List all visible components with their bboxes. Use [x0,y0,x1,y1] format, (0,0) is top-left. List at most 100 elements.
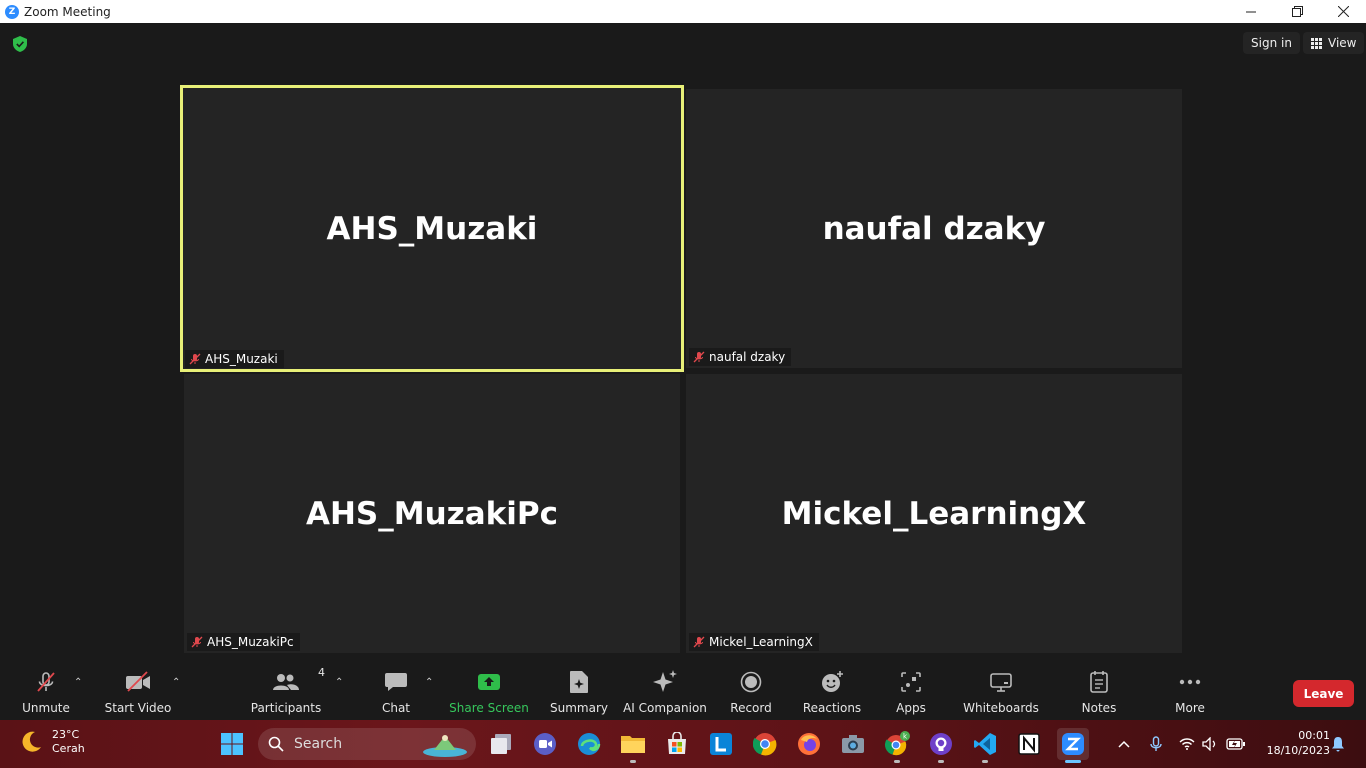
restore-button[interactable] [1274,0,1320,23]
share-screen-label: Share Screen [449,701,529,715]
summary-button[interactable]: Summary [550,663,608,720]
taskbar-vscode[interactable] [969,728,1001,763]
participant-display-name: AHS_Muzaki [326,210,538,247]
view-button[interactable]: View [1303,32,1365,54]
microphone-tray-button[interactable] [1148,730,1164,758]
video-off-icon [126,671,150,692]
participant-name-label: naufal dzaky [689,348,792,366]
file-viewer-icon [491,734,511,754]
apps-button[interactable]: Apps [894,663,928,720]
taskbar-edge[interactable] [573,728,605,760]
participant-display-name: Mickel_LearningX [781,495,1087,532]
window-title: Zoom Meeting [24,4,111,19]
share-screen-icon [478,674,500,690]
more-label: More [1175,701,1205,715]
start-button[interactable] [216,728,248,760]
unmute-label: Unmute [22,701,70,715]
active-indicator [1065,760,1081,763]
clock-time: 00:01 [1298,729,1330,742]
running-indicator [894,760,900,763]
mic-muted-icon [693,636,705,648]
video-call-app-icon [534,733,556,755]
battery-charging-icon [1226,738,1245,750]
weather-widget[interactable]: 23°C Cerah [18,728,85,756]
volume-tray-button[interactable] [1202,730,1218,758]
window-controls [1228,0,1366,23]
leave-button[interactable]: Leave [1293,680,1354,707]
apps-icon [901,672,921,692]
taskbar-github[interactable] [925,728,957,763]
participants-options-caret[interactable]: ⌃ [335,677,343,688]
unmute-button[interactable]: Unmute [20,663,72,720]
video-tile-ahs-muzakipc[interactable]: AHS_MuzakiPc AHS_MuzakiPc [184,374,680,653]
l-app-icon [710,733,732,755]
folder-icon [621,736,645,753]
taskbar-camera[interactable] [837,728,869,760]
taskbar-l-app[interactable] [705,728,737,760]
notes-button[interactable]: Notes [1080,663,1118,720]
share-screen-button[interactable]: Share Screen [449,663,529,720]
taskbar-firefox[interactable] [793,728,825,760]
chat-label: Chat [381,701,411,715]
more-button[interactable]: More [1172,663,1208,720]
clock-date: 18/10/2023 [1266,744,1330,757]
battery-tray-button[interactable] [1226,730,1246,758]
taskbar-chrome-profile[interactable]: k [881,728,913,763]
taskbar-search[interactable]: Search [258,728,476,760]
participant-label-text: AHS_MuzakiPc [207,635,294,649]
participant-name-label: AHS_MuzakiPc [187,633,300,651]
participants-label: Participants [250,701,322,715]
video-tile-ahs-muzaki[interactable]: AHS_Muzaki AHS_Muzaki [180,85,684,372]
camera-icon [842,735,864,753]
participant-label-text: AHS_Muzaki [205,352,278,366]
running-indicator [938,760,944,763]
running-indicator [982,760,988,763]
participant-display-name: naufal dzaky [822,210,1046,247]
network-tray-button[interactable] [1178,730,1196,758]
grid-view-icon [1311,37,1322,49]
chat-options-caret[interactable]: ⌃ [425,677,433,688]
chat-button[interactable]: Chat [378,663,414,720]
taskbar-file-viewer[interactable] [485,728,517,760]
mic-muted-icon [693,351,705,363]
close-button[interactable] [1320,0,1366,23]
audio-options-caret[interactable]: ⌃ [74,677,82,688]
taskbar-notion[interactable] [1013,728,1045,760]
notifications-button[interactable] [1330,730,1346,758]
record-button[interactable]: Record [730,663,772,720]
chrome-profile-icon: k [884,731,910,756]
mic-muted-icon [189,353,201,365]
minimize-button[interactable] [1228,0,1274,23]
whiteboards-button[interactable]: Whiteboards [963,663,1039,720]
more-dots-icon [1179,679,1201,685]
taskbar-file-explorer[interactable] [617,728,649,763]
video-options-caret[interactable]: ⌃ [172,677,180,688]
chevron-up-icon [1118,740,1130,748]
store-bag-icon [668,732,686,754]
reactions-button[interactable]: Reactions [802,663,862,720]
taskbar-chrome[interactable] [749,728,781,760]
participant-name-label: Mickel_LearningX [689,633,819,651]
taskbar-store[interactable] [661,728,693,760]
sign-in-button[interactable]: Sign in [1243,32,1300,54]
video-tile-mickel-learningx[interactable]: Mickel_LearningX Mickel_LearningX [686,374,1182,653]
github-desktop-icon [930,733,952,755]
taskbar-meet-app[interactable] [529,728,561,760]
running-indicator [630,760,636,763]
search-highlight-icon [423,735,467,757]
search-placeholder: Search [294,736,343,752]
show-hidden-icons-button[interactable] [1116,730,1132,758]
start-video-button[interactable]: Start Video [105,663,171,720]
ai-companion-button[interactable]: AI Companion [623,663,707,720]
reactions-label: Reactions [802,701,862,715]
encryption-shield-icon[interactable] [13,36,27,52]
notes-icon [1090,671,1108,693]
chrome-browser-icon [753,733,777,756]
video-tile-naufal-dzaky[interactable]: naufal dzaky naufal dzaky [686,89,1182,368]
system-clock[interactable]: 00:01 18/10/2023 [1254,728,1330,758]
taskbar-zoom[interactable] [1057,728,1089,763]
ai-companion-label: AI Companion [623,701,707,715]
participants-button[interactable]: 4 Participants [251,663,325,720]
meeting-toolbar: Unmute ⌃ Start Video ⌃ 4 Participants ⌃ … [0,663,1366,720]
reactions-emoji-icon [822,671,843,692]
